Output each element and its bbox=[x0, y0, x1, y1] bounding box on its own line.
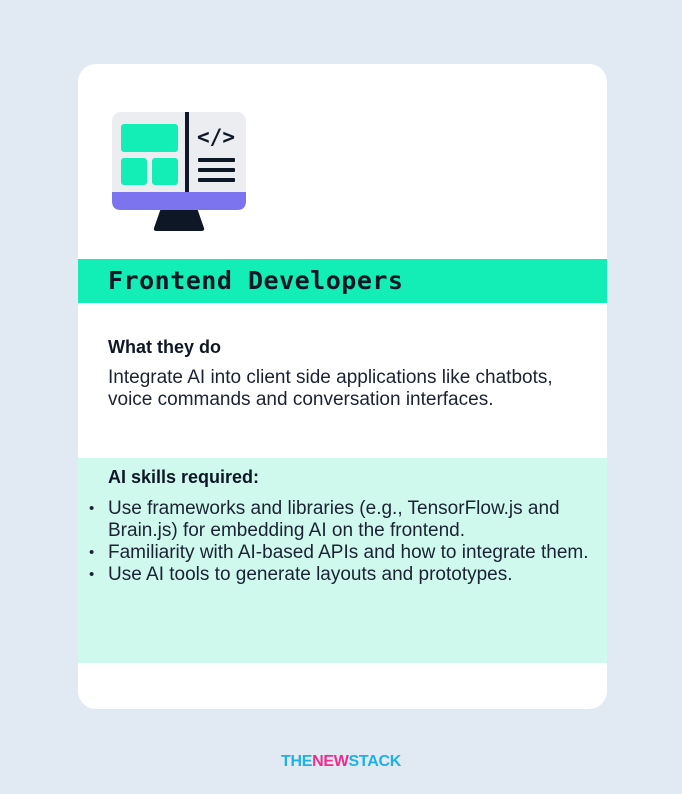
what-they-do-heading: What they do bbox=[108, 337, 221, 357]
title-band: Frontend Developers bbox=[78, 259, 607, 303]
brand-part-the: THE bbox=[281, 753, 313, 770]
bullet-icon: • bbox=[89, 566, 95, 583]
role-card: </> Frontend Developers What they do Int… bbox=[78, 64, 607, 709]
skills-heading: AI skills required: bbox=[108, 467, 260, 487]
card-title: Frontend Developers bbox=[108, 266, 404, 295]
skill-text: Use frameworks and libraries (e.g., Tens… bbox=[108, 498, 560, 541]
bullet-icon: • bbox=[89, 544, 95, 561]
bullet-icon: • bbox=[89, 500, 95, 517]
what-they-do-text: Integrate AI into client side applicatio… bbox=[108, 367, 553, 410]
skill-text: Familiarity with AI-based APIs and how t… bbox=[108, 542, 589, 563]
brand-part-stack: STACK bbox=[348, 753, 402, 770]
skills-list: • Use frameworks and libraries (e.g., Te… bbox=[89, 498, 604, 586]
monitor-code-icon: </> bbox=[112, 112, 246, 232]
skill-item: • Use frameworks and libraries (e.g., Te… bbox=[89, 498, 604, 542]
skill-item: • Use AI tools to generate layouts and p… bbox=[89, 564, 604, 586]
brand-logo: THENEWSTACK bbox=[0, 752, 682, 772]
skill-item: • Familiarity with AI-based APIs and how… bbox=[89, 542, 604, 564]
skill-text: Use AI tools to generate layouts and pro… bbox=[108, 564, 513, 585]
code-glyph: </> bbox=[197, 125, 235, 149]
brand-part-new: NEW bbox=[312, 753, 349, 770]
skills-section: AI skills required: • Use frameworks and… bbox=[78, 458, 607, 663]
